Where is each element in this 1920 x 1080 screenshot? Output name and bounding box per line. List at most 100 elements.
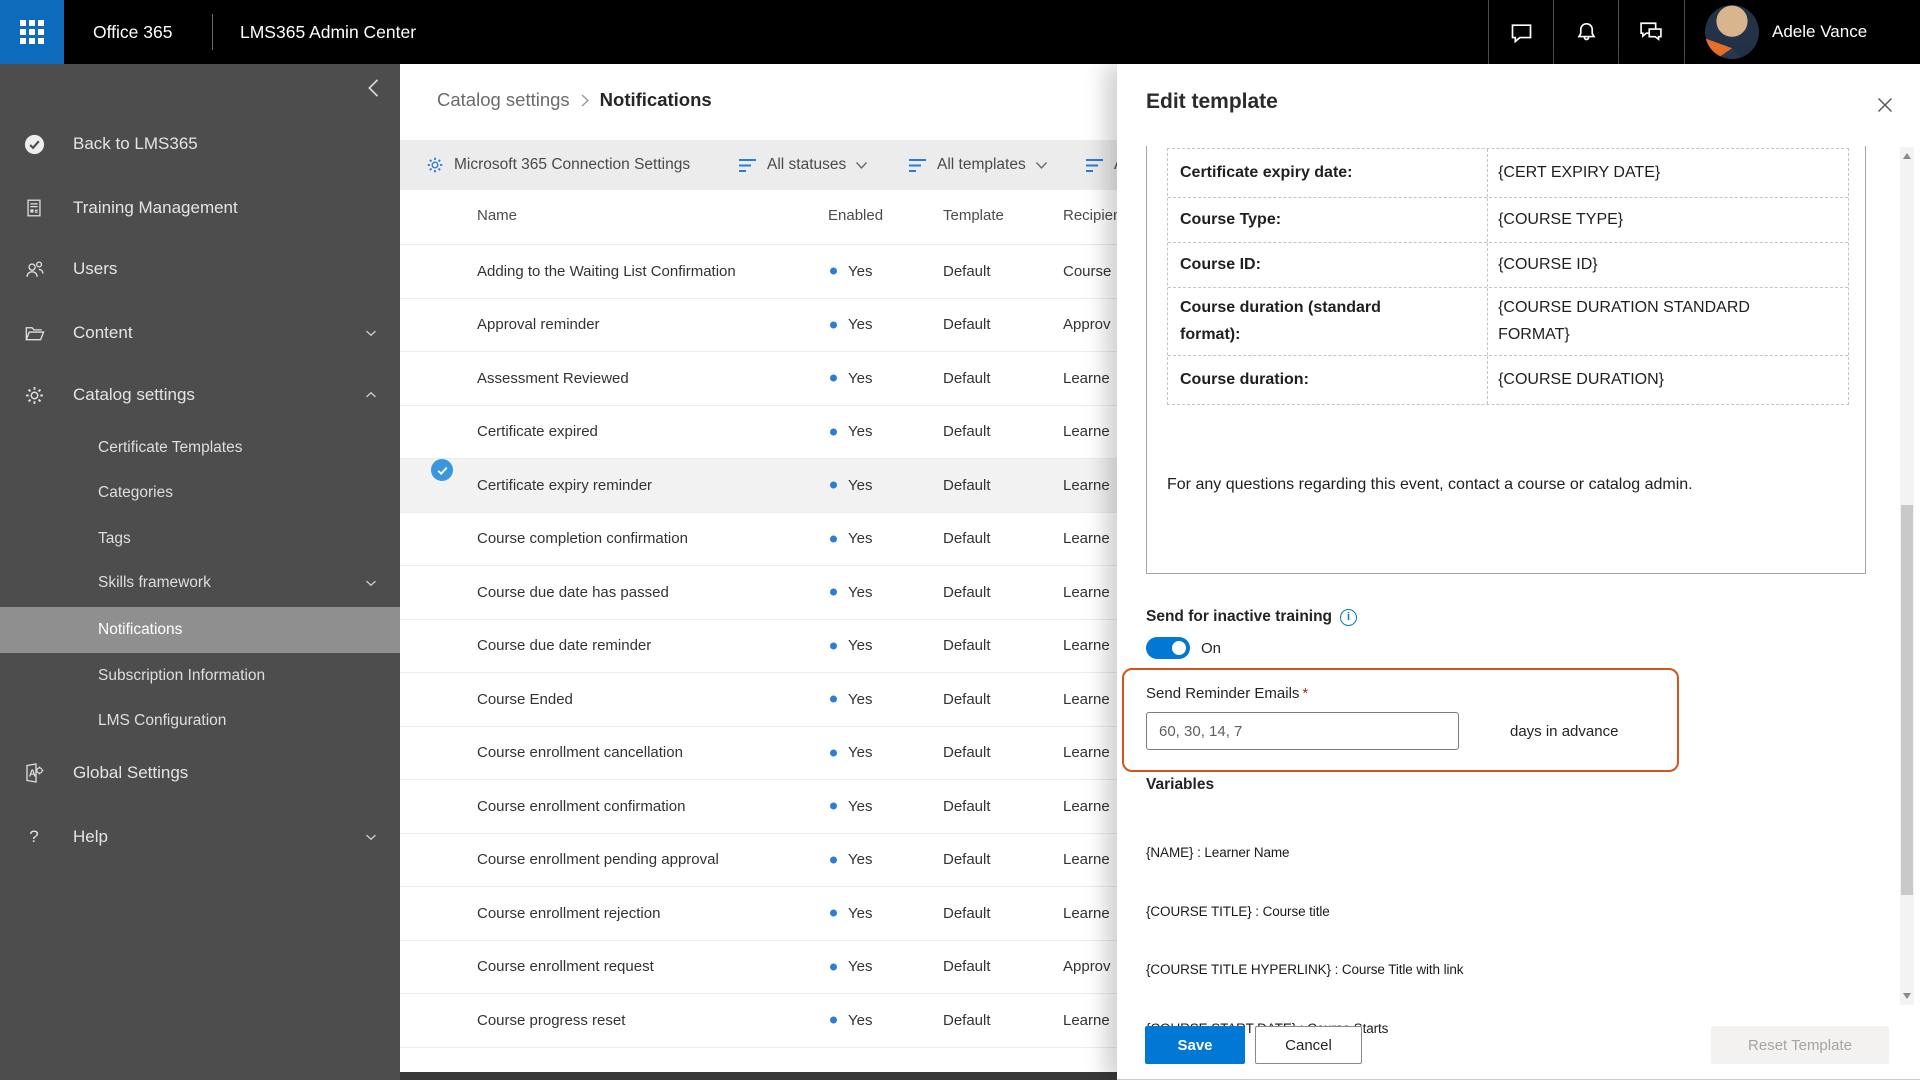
people-icon xyxy=(22,257,46,281)
brand-office365[interactable]: Office 365 xyxy=(93,0,172,64)
required-asterisk: * xyxy=(1302,685,1309,702)
variables-title: Variables xyxy=(1146,776,1215,793)
reset-template-button[interactable]: Reset Template xyxy=(1711,1026,1889,1064)
cancel-button[interactable]: Cancel xyxy=(1255,1026,1362,1064)
breadcrumb-catalog-settings[interactable]: Catalog settings xyxy=(437,89,570,111)
waffle-icon xyxy=(20,20,44,44)
panel-scrollbar[interactable] xyxy=(1900,147,1914,1005)
sidebar-item-back-to-lms365[interactable]: Back to LMS365 xyxy=(0,124,400,164)
scrollbar-thumb[interactable] xyxy=(1901,505,1913,895)
sidebar-item-label: Catalog settings xyxy=(73,385,195,404)
panel-title: Edit template xyxy=(1146,90,1278,113)
filter-icon xyxy=(738,158,758,173)
chevron-down-icon xyxy=(1035,161,1048,170)
chevron-down-icon xyxy=(362,828,380,846)
breadcrumb: Catalog settings Notifications xyxy=(437,86,712,114)
connection-settings-button[interactable]: Microsoft 365 Connection Settings xyxy=(425,140,690,190)
template-field-value: {COURSE TYPE} xyxy=(1498,210,1624,228)
feedback-icon xyxy=(1637,18,1665,46)
notifications-button[interactable] xyxy=(1554,0,1618,64)
scroll-up-icon[interactable] xyxy=(1903,153,1911,159)
template-field-value: {COURSE DURATION} xyxy=(1498,370,1665,388)
template-editor[interactable]: Certificate expiry date: {CERT EXPIRY DA… xyxy=(1146,146,1866,574)
chat-icon xyxy=(1508,19,1535,46)
enabled-dot xyxy=(830,695,837,703)
sidebar-item-lms-configuration[interactable]: LMS Configuration xyxy=(0,701,400,741)
user-name[interactable]: Adele Vance xyxy=(1772,0,1867,64)
chevron-right-icon xyxy=(580,93,590,108)
selected-check-icon[interactable] xyxy=(431,459,453,481)
filter-icon xyxy=(908,158,928,173)
enabled-dot xyxy=(830,428,837,436)
enabled-dot xyxy=(830,856,837,864)
sidebar-item-catalog-settings[interactable]: Catalog settings xyxy=(0,375,400,415)
column-header-template[interactable]: Template xyxy=(943,204,1004,226)
toggle-state-label: On xyxy=(1201,639,1222,657)
template-field-label: Course duration: xyxy=(1180,370,1309,388)
info-icon[interactable]: i xyxy=(1340,608,1358,626)
close-button[interactable] xyxy=(1874,94,1896,116)
inactive-training-toggle[interactable] xyxy=(1146,637,1190,659)
template-field-value: {CERT EXPIRY DATE} xyxy=(1498,163,1661,181)
chevron-up-icon xyxy=(362,386,380,404)
sidebar-item-label: Users xyxy=(73,259,118,278)
sidebar-item-label: Categories xyxy=(98,484,173,501)
sidebar-item-label: Subscription Information xyxy=(98,667,266,684)
sidebar-item-training-management[interactable]: Training Management xyxy=(0,188,400,228)
chevron-down-icon xyxy=(855,161,868,170)
sidebar-item-notifications[interactable]: Notifications xyxy=(0,607,400,653)
enabled-dot xyxy=(830,642,837,650)
template-field-label: Certificate expiry date: xyxy=(1180,163,1353,181)
question-icon: ? xyxy=(29,827,39,846)
sidebar-item-global-settings[interactable]: A Global Settings xyxy=(0,753,400,793)
days-in-advance-label: days in advance xyxy=(1510,722,1619,740)
chevron-down-icon xyxy=(362,324,380,342)
chevron-down-icon xyxy=(362,574,380,592)
breadcrumb-notifications: Notifications xyxy=(599,89,712,110)
template-variable-table: Certificate expiry date: {CERT EXPIRY DA… xyxy=(1167,148,1849,405)
reminder-days-input[interactable] xyxy=(1146,712,1459,750)
column-header-name[interactable]: Name xyxy=(477,204,517,226)
scroll-down-icon[interactable] xyxy=(1903,993,1911,999)
app-launcher-button[interactable] xyxy=(0,0,64,64)
sidebar-item-help[interactable]: ? Help xyxy=(0,817,400,857)
save-button[interactable]: Save xyxy=(1145,1026,1245,1064)
sidebar-item-certificate-templates[interactable]: Certificate Templates xyxy=(0,428,400,468)
send-reminder-emails-label: Send Reminder Emails * xyxy=(1146,685,1309,702)
variable-line: {COURSE TITLE} : Course title xyxy=(1146,903,1330,919)
send-for-inactive-training-label: Send for inactive training i xyxy=(1146,607,1358,627)
sidebar-item-skills-framework[interactable]: Skills framework xyxy=(0,563,400,603)
sidebar-item-label: Help xyxy=(73,827,108,846)
chat-button[interactable] xyxy=(1489,0,1553,64)
sidebar-item-label: LMS Configuration xyxy=(98,712,227,729)
reminder-highlight-box: Send Reminder Emails* days in advance xyxy=(1122,668,1679,772)
sidebar-item-label: Global Settings xyxy=(73,763,189,782)
template-table-row: Course duration: {COURSE DURATION} xyxy=(1168,356,1848,404)
template-field-label: Course Type: xyxy=(1180,210,1282,228)
sidebar-item-label: Training Management xyxy=(73,198,238,217)
feedback-button[interactable] xyxy=(1619,0,1683,64)
sidebar-item-subscription-information[interactable]: Subscription Information xyxy=(0,656,400,696)
enabled-dot xyxy=(830,481,837,489)
document-icon xyxy=(22,196,46,220)
template-field-value: {COURSE DURATION STANDARD FORMAT} xyxy=(1498,299,1750,343)
filter-all-templates[interactable]: All templates xyxy=(908,140,1048,190)
template-note: For any questions regarding this event, … xyxy=(1167,476,1693,493)
avatar[interactable] xyxy=(1705,5,1759,59)
language-settings-icon: A xyxy=(22,761,46,785)
folder-icon xyxy=(22,321,46,345)
template-field-value: {COURSE ID} xyxy=(1498,255,1598,273)
sidebar-item-tags[interactable]: Tags xyxy=(0,519,400,559)
gear-icon xyxy=(22,383,46,407)
column-header-enabled[interactable]: Enabled xyxy=(828,204,883,226)
sidebar-item-content[interactable]: Content xyxy=(0,313,400,353)
variable-line: {NAME} : Learner Name xyxy=(1146,845,1290,860)
template-table-row: Course duration (standard format): {COUR… xyxy=(1168,288,1848,356)
back-circle-check-icon xyxy=(22,132,46,156)
filter-all-statuses[interactable]: All statuses xyxy=(738,140,868,190)
sidebar-item-categories[interactable]: Categories xyxy=(0,473,400,513)
topbar-divider xyxy=(1684,0,1685,64)
sidebar-item-users[interactable]: Users xyxy=(0,249,400,289)
sidebar-collapse-button[interactable] xyxy=(360,74,388,102)
enabled-dot xyxy=(830,909,837,917)
